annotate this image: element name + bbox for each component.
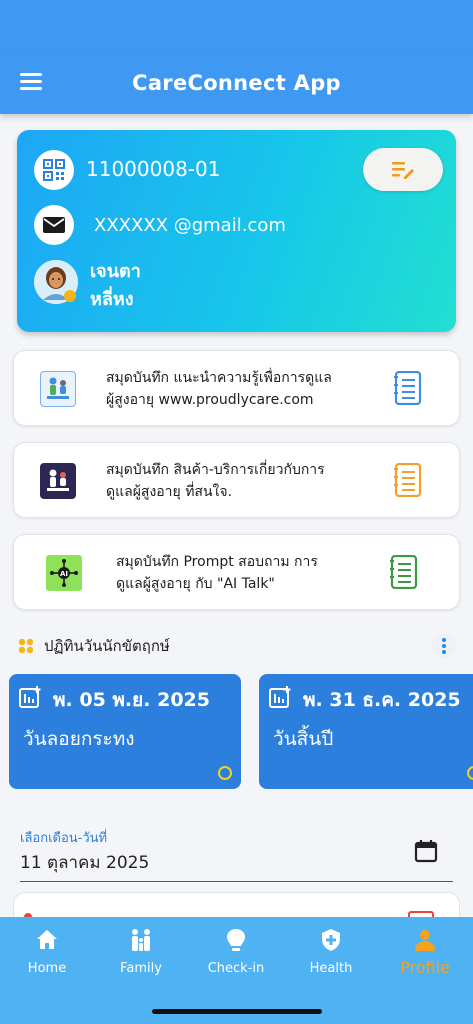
profile-card: 11000008-01 XXXXXX @gmail.com เจนตา หลี่… (17, 130, 456, 332)
app-bar: CareConnect App (0, 52, 473, 114)
notebook-title-line2: ดูแลผู้สูงอายุ ที่สนใจ. (106, 484, 233, 500)
more-options-icon[interactable] (432, 634, 456, 658)
elder-care-icon (40, 463, 76, 499)
notebook-card-knowledge[interactable]: สมุดบันทึก แนะนำความรู้เพื่อการดูแล ผู้ส… (13, 350, 460, 426)
nav-label: Health (309, 961, 353, 976)
holiday-date: พ. 31 ธ.ค. 2025 (303, 689, 461, 711)
status-bar (0, 0, 473, 52)
person-icon (415, 930, 435, 951)
notebook-title-line1: สมุดบันทึก Prompt สอบถาม การ (116, 554, 318, 570)
nav-label: Check-in (207, 961, 265, 976)
holiday-calendar-header: ปฏิทินวันนักขัตฤกษ์ (18, 632, 466, 660)
member-id: 11000008-01 (86, 157, 221, 181)
home-indicator (152, 1009, 322, 1014)
apps-dots-icon (18, 638, 34, 654)
first-name: เจนตา (90, 261, 141, 282)
holiday-name: วันสิ้นปี (273, 728, 334, 750)
nav-family[interactable]: Family (94, 927, 188, 987)
nav-label: Family (120, 961, 162, 976)
status-ring-icon (218, 766, 232, 780)
avatar[interactable] (34, 260, 78, 304)
notebook-title-line2: ผู้สูงอายุ www.proudlycare.com (106, 392, 314, 408)
svg-text:AI: AI (60, 570, 68, 578)
date-picker-value: 11 ตุลาคม 2025 (20, 853, 150, 873)
nav-home[interactable]: Home (0, 927, 94, 987)
edit-note-icon (392, 161, 414, 179)
email-icon (34, 205, 74, 245)
date-picker-field[interactable]: เลือกเดือน-วันที่ 11 ตุลาคม 2025 (20, 825, 453, 882)
shield-plus-icon (322, 929, 340, 951)
nav-check-in[interactable]: Check-in (189, 927, 283, 987)
family-icon (132, 929, 150, 951)
holiday-date: พ. 05 พ.ย. 2025 (53, 689, 211, 711)
status-ring-icon (467, 766, 473, 780)
notebook-icon (390, 555, 418, 589)
notebook-title-line2: ดูแลผู้สูงอายุ กับ "AI Talk" (116, 576, 275, 592)
menu-icon[interactable] (20, 73, 42, 91)
notebook-card-products[interactable]: สมุดบันทึก สินค้า-บริการเกี่ยวกับการ ดูแ… (13, 442, 460, 518)
nav-profile[interactable]: Profile (378, 927, 472, 987)
bottom-nav: Home Family Check-in Health Profile (0, 917, 473, 1024)
notebook-title-line1: สมุดบันทึก สินค้า-บริการเกี่ยวกับการ (106, 462, 325, 478)
calendar-icon[interactable] (414, 839, 438, 863)
section-title: ปฏิทินวันนักขัตฤกษ์ (44, 637, 170, 655)
notebook-title-line1: สมุดบันทึก แนะนำความรู้เพื่อการดูแล (106, 370, 332, 386)
holiday-name: วันลอยกระทง (23, 728, 135, 750)
holiday-card[interactable]: พ. 05 พ.ย. 2025 วันลอยกระทง (9, 674, 241, 789)
holiday-card[interactable]: พ. 31 ธ.ค. 2025 วันสิ้นปี (259, 674, 473, 789)
last-name: หลี่หง (90, 289, 134, 310)
notebook-icon (394, 371, 422, 405)
caregiver-icon (40, 371, 76, 407)
qr-code-icon (34, 150, 74, 190)
app-title: CareConnect App (132, 71, 341, 95)
nav-label: Home (27, 961, 67, 976)
email-text: XXXXXX @gmail.com (94, 215, 286, 236)
notebook-icon (394, 463, 422, 497)
date-picker-label: เลือกเดือน-วันที่ (20, 831, 108, 846)
calendar-add-icon (19, 686, 41, 708)
lightbulb-icon (227, 929, 245, 951)
nav-label: Profile (400, 958, 450, 977)
edit-profile-button[interactable] (363, 148, 443, 191)
notebook-card-ai-talk[interactable]: AI สมุดบันทึก Prompt สอบถาม การ ดูแลผู้ส… (13, 534, 460, 610)
ai-icon: AI (46, 555, 82, 591)
calendar-add-icon (269, 686, 291, 708)
nav-health[interactable]: Health (284, 927, 378, 987)
home-icon (37, 930, 57, 949)
